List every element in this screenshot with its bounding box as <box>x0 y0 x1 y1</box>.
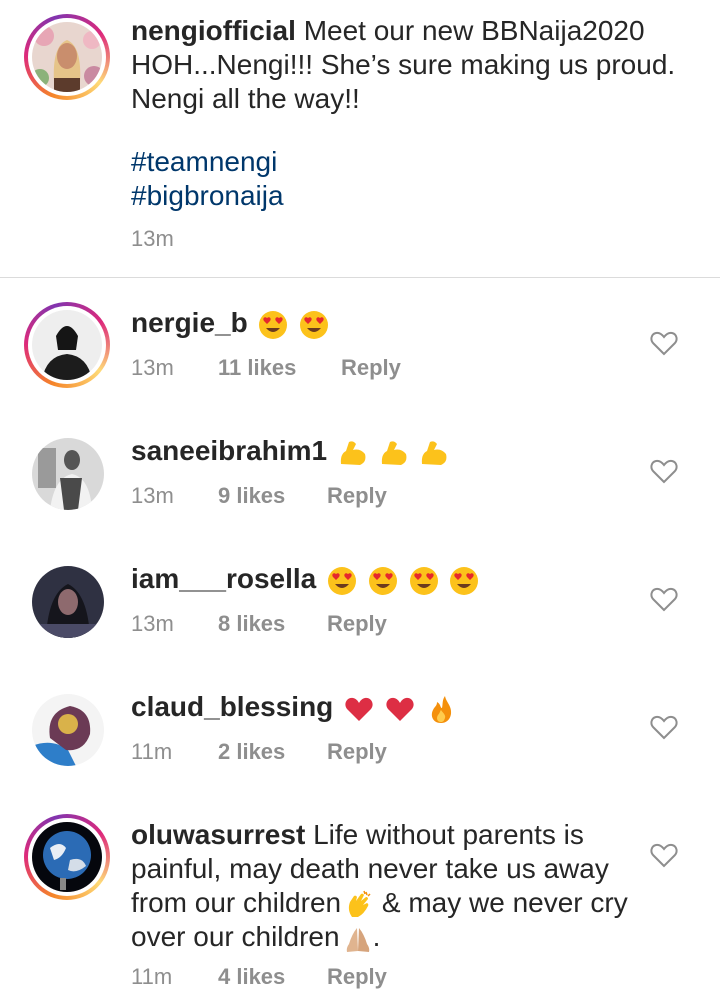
comment-text: from our children <box>131 887 342 918</box>
reply-button[interactable]: Reply <box>327 964 387 990</box>
hashtag-link[interactable]: #teamnengi <box>131 145 277 179</box>
heart-eyes-emoji <box>368 566 397 595</box>
comment-timestamp: 11m <box>131 964 173 989</box>
like-heart-icon[interactable] <box>650 842 678 868</box>
reply-button[interactable]: Reply <box>341 355 401 381</box>
likes-count[interactable]: 8 likes <box>218 611 285 637</box>
heart-eyes-emoji <box>450 566 479 595</box>
heart-eyes-emoji <box>259 310 288 339</box>
comment-username[interactable]: saneeibrahim1 <box>131 435 327 466</box>
like-heart-icon[interactable] <box>650 586 678 612</box>
post-username[interactable]: nengiofficial <box>131 15 296 46</box>
heart-eyes-emoji <box>300 310 329 339</box>
flexed-biceps-emoji <box>340 440 366 465</box>
comment-text: Life without parents is <box>313 819 584 850</box>
comment-line: claud_blessing <box>131 690 456 724</box>
comment-text: . <box>372 921 381 952</box>
divider <box>0 277 720 278</box>
comment-line: over our children. <box>131 920 380 954</box>
post-caption-line-3: Nengi all the way!! <box>131 83 360 114</box>
flexed-biceps-emoji <box>422 440 447 465</box>
comment-avatar[interactable] <box>32 694 104 766</box>
clapping-hands-emoji <box>348 890 371 917</box>
comment-line: saneeibrahim1 <box>131 434 449 468</box>
flexed-biceps-emoji <box>381 440 407 465</box>
red-heart-emoji <box>345 697 373 721</box>
post-avatar[interactable] <box>24 14 110 100</box>
comment-line: nergie_b <box>131 306 329 340</box>
like-heart-icon[interactable] <box>650 458 678 484</box>
comment-avatar[interactable] <box>24 302 110 388</box>
likes-count[interactable]: 9 likes <box>218 483 285 509</box>
fire-emoji <box>431 695 451 723</box>
reply-button[interactable]: Reply <box>327 611 387 637</box>
heart-eyes-emoji <box>409 566 438 595</box>
post-timestamp: 13m <box>131 226 174 251</box>
heart-eyes-emoji <box>328 566 357 595</box>
comment-text: painful, may death never take us away <box>131 853 609 884</box>
like-heart-icon[interactable] <box>650 714 678 740</box>
comment-line: from our children & may we never cry <box>131 886 628 920</box>
reply-button[interactable]: Reply <box>327 483 387 509</box>
likes-count[interactable]: 4 likes <box>218 964 285 990</box>
comment-text: over our children <box>131 921 340 952</box>
comment-avatar[interactable] <box>32 438 104 510</box>
likes-count[interactable]: 2 likes <box>218 739 285 765</box>
comment-text: & may we never cry <box>374 887 628 918</box>
comment-line: iam___rosella <box>131 562 479 596</box>
comment-avatar[interactable] <box>32 566 104 638</box>
comment-username[interactable]: claud_blessing <box>131 691 333 722</box>
likes-count[interactable]: 11 likes <box>218 355 296 381</box>
comment-avatar[interactable] <box>24 814 110 900</box>
comment-username[interactable]: nergie_b <box>131 307 248 338</box>
hashtag-link[interactable]: #bigbronaija <box>131 179 284 213</box>
comment-timestamp: 13m <box>131 483 174 508</box>
comment-line: oluwasurrest Life without parents is <box>131 818 584 852</box>
comment-timestamp: 13m <box>131 355 174 380</box>
post-caption-line-1: nengiofficial Meet our new BBNaija2020 <box>131 14 645 48</box>
comment-username[interactable]: iam___rosella <box>131 563 316 594</box>
post-caption-text: Meet our new BBNaija2020 <box>303 15 645 46</box>
red-heart-emoji <box>386 697 414 721</box>
comment-timestamp: 13m <box>131 611 174 636</box>
comment-timestamp: 11m <box>131 739 173 764</box>
comment-username[interactable]: oluwasurrest <box>131 819 305 850</box>
like-heart-icon[interactable] <box>650 330 678 356</box>
folded-hands-emoji <box>346 927 369 952</box>
reply-button[interactable]: Reply <box>327 739 387 765</box>
post-caption-line-2: HOH...Nengi!!! She’s sure making us prou… <box>131 49 676 80</box>
